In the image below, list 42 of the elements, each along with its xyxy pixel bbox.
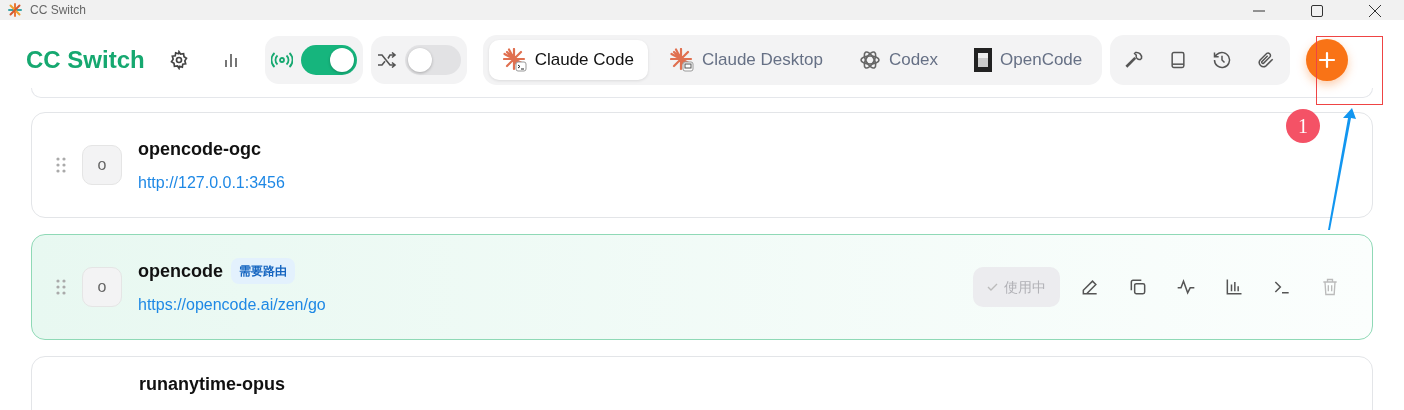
close-icon[interactable] xyxy=(1369,4,1381,17)
provider-name: runanytime-opus xyxy=(139,373,285,396)
provider-card[interactable]: runanytime-opus xyxy=(31,356,1373,410)
pencil-icon xyxy=(1080,277,1100,297)
trash-icon xyxy=(1320,277,1340,297)
provider-avatar: o xyxy=(82,267,122,307)
provider-name: opencode xyxy=(138,259,223,283)
provider-name: opencode-ogc xyxy=(138,137,261,161)
app-title: CC Switch xyxy=(26,45,145,75)
wrench-icon xyxy=(1124,50,1145,70)
settings-icon xyxy=(168,50,189,70)
provider-url[interactable]: https://opencode.ai/zen/go xyxy=(138,292,326,317)
check-icon xyxy=(987,282,998,292)
copy-icon xyxy=(1128,277,1148,297)
claude-code-icon xyxy=(502,48,527,72)
proxy-toggle[interactable] xyxy=(300,45,357,75)
app-tab[interactable]: Claude Code xyxy=(488,40,648,80)
provider-card[interactable]: o opencode 需要路由 https://opencode.ai/zen/go 使用中 xyxy=(31,234,1373,340)
shuffle-icon xyxy=(376,52,397,68)
app-logo-icon xyxy=(8,3,22,17)
routing-tag: 需要路由 xyxy=(231,258,295,284)
app-tab[interactable]: OpenCode xyxy=(960,40,1097,80)
history-icon xyxy=(1212,50,1233,70)
drag-handle-icon xyxy=(56,157,66,173)
window-title: CC Switch xyxy=(30,2,86,19)
add-provider-button[interactable] xyxy=(1306,39,1349,81)
provider-avatar: o xyxy=(82,145,122,185)
bar-chart-icon xyxy=(222,52,239,68)
minimize-icon[interactable] xyxy=(1253,9,1265,12)
maximize-icon[interactable] xyxy=(1311,4,1323,17)
highlight-frame xyxy=(1316,36,1383,105)
app-tab[interactable]: Codex xyxy=(844,40,953,80)
broadcast-icon xyxy=(270,52,293,68)
provider-url[interactable]: http://127.0.0.1:3456 xyxy=(138,170,285,195)
bar-chart-icon xyxy=(1224,277,1244,297)
plus-icon xyxy=(1318,51,1337,69)
drag-handle-icon xyxy=(56,279,66,295)
failover-toggle[interactable] xyxy=(404,45,461,75)
app-tab[interactable]: Claude Desktop xyxy=(655,40,837,80)
claude-desktop-icon xyxy=(669,48,694,72)
opencode-icon xyxy=(974,48,993,72)
pulse-icon xyxy=(1176,277,1196,297)
